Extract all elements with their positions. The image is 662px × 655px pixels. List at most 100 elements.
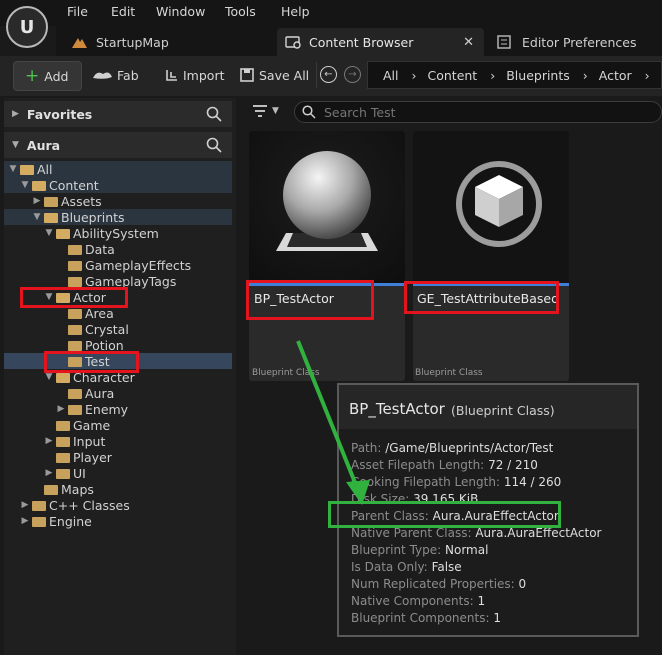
search-icon[interactable] — [206, 137, 222, 153]
folder-icon — [56, 453, 70, 463]
tree-item-input[interactable]: ▶ Input — [4, 433, 232, 449]
menu-tools[interactable]: Tools — [225, 4, 256, 19]
tree-item-label: UI — [73, 465, 86, 481]
chevron-right-icon: › — [644, 67, 650, 83]
search-icon — [302, 105, 316, 119]
tooltip-subtitle: (Blueprint Class) — [451, 403, 555, 418]
sources-panel: ▶ Favorites ▼ Aura ▼ All ▼ Content ▶ Assets… — [4, 98, 236, 655]
breadcrumb-blueprints[interactable]: Blueprints — [506, 68, 570, 83]
close-icon[interactable]: ✕ — [463, 35, 474, 50]
save-all-button[interactable]: Save All — [240, 61, 312, 89]
tooltip-row: Blueprint Components: 1 — [351, 611, 501, 625]
chevron-down-icon: ▼ — [272, 106, 279, 116]
tree-item-content[interactable]: ▼ Content — [4, 177, 232, 193]
chevron-right-icon: ▶ — [45, 436, 53, 446]
folder-icon — [56, 229, 70, 239]
import-button[interactable]: Import — [165, 61, 230, 89]
tab-label: Editor Preferences — [522, 34, 637, 50]
folder-icon — [68, 261, 82, 271]
folder-icon — [32, 517, 46, 527]
chevron-down-icon: ▼ — [12, 140, 19, 150]
tree-item-cpp-classes[interactable]: ▶ C++ Classes — [4, 497, 232, 513]
tooltip-row: Num Replicated Properties: 0 — [351, 577, 527, 591]
asset-type: Blueprint Class — [415, 368, 483, 378]
folder-icon — [32, 181, 46, 191]
favorites-label: Favorites — [26, 106, 93, 122]
tree-item-blueprints[interactable]: ▼ Blueprints — [4, 209, 232, 225]
tree-item-assets[interactable]: ▶ Assets — [4, 193, 232, 209]
tab-label: StartupMap — [96, 34, 169, 50]
asset-thumbnail — [249, 131, 405, 283]
save-all-label: Save All — [259, 67, 310, 83]
tree-item-ui[interactable]: ▶ UI — [4, 465, 232, 481]
import-label: Import — [183, 67, 225, 83]
tree-item-label: Player — [73, 449, 112, 465]
chevron-down-icon: ▼ — [33, 212, 41, 222]
breadcrumb-all[interactable]: All — [383, 68, 399, 83]
content-browser-icon — [285, 36, 301, 49]
tree-item-label: Maps — [61, 481, 94, 497]
folder-icon — [44, 485, 58, 495]
tree-item-label: Enemy — [85, 401, 129, 417]
menu-window[interactable]: Window — [156, 4, 205, 19]
chevron-right-icon: ▶ — [33, 196, 41, 206]
chevron-right-icon: ▶ — [21, 516, 29, 526]
tree-item-label: Crystal — [85, 321, 129, 337]
favorites-header[interactable]: ▶ Favorites — [4, 101, 232, 127]
tree-item-crystal[interactable]: Crystal — [4, 321, 232, 337]
tab-editor-preferences[interactable]: Editor Preferences — [496, 28, 662, 56]
menu-help[interactable]: Help — [281, 4, 310, 19]
breadcrumb-content[interactable]: Content — [428, 68, 478, 83]
level-icon — [72, 38, 87, 48]
project-header[interactable]: ▼ Aura — [4, 132, 232, 158]
tree-item-player[interactable]: Player — [4, 449, 232, 465]
back-arrow-icon[interactable]: ← — [320, 66, 337, 83]
search-field[interactable] — [322, 103, 646, 121]
forward-arrow-icon[interactable]: → — [344, 66, 361, 83]
tree-item-game[interactable]: Game — [4, 417, 232, 433]
asset-thumbnail — [413, 131, 569, 283]
folder-icon — [68, 405, 82, 415]
unreal-logo-icon[interactable]: U — [6, 6, 48, 48]
tree-item-maps[interactable]: Maps — [4, 481, 232, 497]
search-input[interactable] — [294, 101, 662, 123]
tooltip-row: Is Data Only: False — [351, 560, 462, 574]
fab-label: Fab — [117, 67, 139, 83]
tree-item-all[interactable]: ▼ All — [4, 161, 232, 177]
folder-icon — [68, 341, 82, 351]
chevron-down-icon: ▼ — [21, 180, 29, 190]
folder-icon — [68, 245, 82, 255]
folder-icon — [44, 197, 58, 207]
chevron-down-icon: ▼ — [45, 228, 53, 238]
search-icon[interactable] — [206, 106, 222, 122]
tree-item-enemy[interactable]: ▶ Enemy — [4, 401, 232, 417]
tab-content-browser[interactable]: Content Browser ✕ — [277, 28, 484, 56]
add-label: Add — [44, 68, 69, 84]
chevron-right-icon: › — [490, 67, 496, 83]
tab-startup-map[interactable]: StartupMap — [70, 28, 260, 56]
tree-item-gameplayeffects[interactable]: GameplayEffects — [4, 257, 232, 273]
menu-file[interactable]: File — [67, 4, 88, 19]
tree-item-engine[interactable]: ▶ Engine — [4, 513, 232, 529]
add-button[interactable]: + Add — [13, 61, 82, 91]
tree-item-label: All — [37, 161, 53, 177]
tree-item-label: Aura — [85, 385, 115, 401]
folder-icon — [68, 309, 82, 319]
tree-item-label: C++ Classes — [49, 497, 130, 513]
tree-item-abilitysystem[interactable]: ▼ AbilitySystem — [4, 225, 232, 241]
fab-button[interactable]: Fab — [91, 61, 151, 89]
filter-button[interactable]: ▼ — [252, 104, 279, 118]
folder-icon — [68, 389, 82, 399]
tree-item-label: Blueprints — [61, 209, 125, 225]
folder-icon — [56, 437, 70, 447]
tree-item-data[interactable]: Data — [4, 241, 232, 257]
chevron-down-icon: ▼ — [9, 164, 17, 174]
tooltip-header: BP_TestActor (Blueprint Class) — [339, 385, 637, 429]
tooltip-row: Native Parent Class: Aura.AuraEffectActo… — [351, 526, 602, 540]
tree-item-aura[interactable]: Aura — [4, 385, 232, 401]
asset-tile-ge-testattributebased[interactable]: GE_TestAttributeBased Blueprint Class — [413, 131, 569, 381]
tree-item-label: AbilitySystem — [73, 225, 159, 241]
folder-icon — [68, 325, 82, 335]
breadcrumb-actor[interactable]: Actor — [599, 68, 632, 83]
menu-edit[interactable]: Edit — [111, 4, 135, 19]
